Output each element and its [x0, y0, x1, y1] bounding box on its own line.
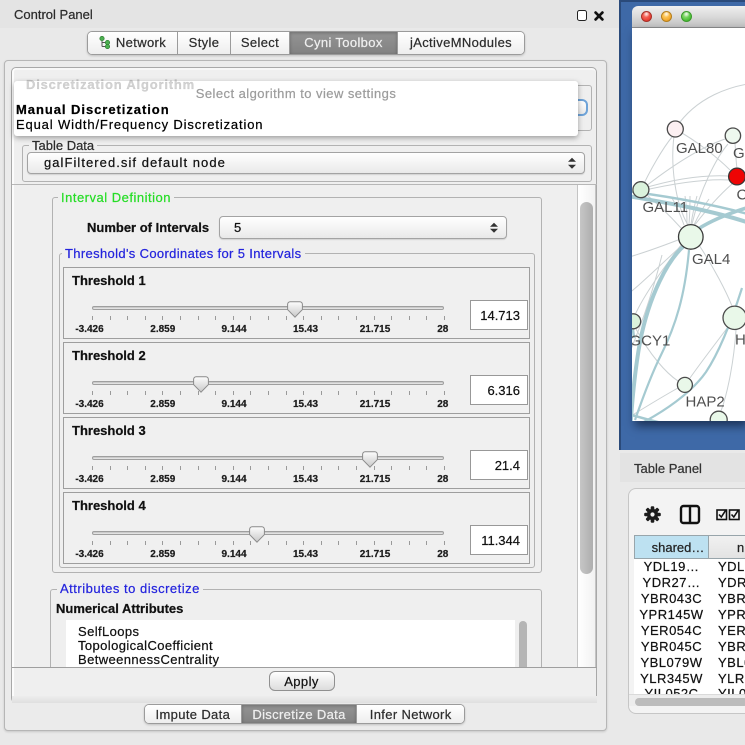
svg-text:GAL11: GAL11 [643, 199, 689, 216]
svg-text:GAL4: GAL4 [692, 251, 730, 268]
svg-text:GAL80: GAL80 [676, 140, 723, 157]
svg-text:GCY1: GCY1 [632, 333, 670, 350]
svg-text:HAP2: HAP2 [686, 394, 725, 411]
svg-text:G.: G. [733, 145, 745, 162]
svg-text:C: C [737, 187, 745, 204]
svg-text:H: H [735, 332, 745, 349]
